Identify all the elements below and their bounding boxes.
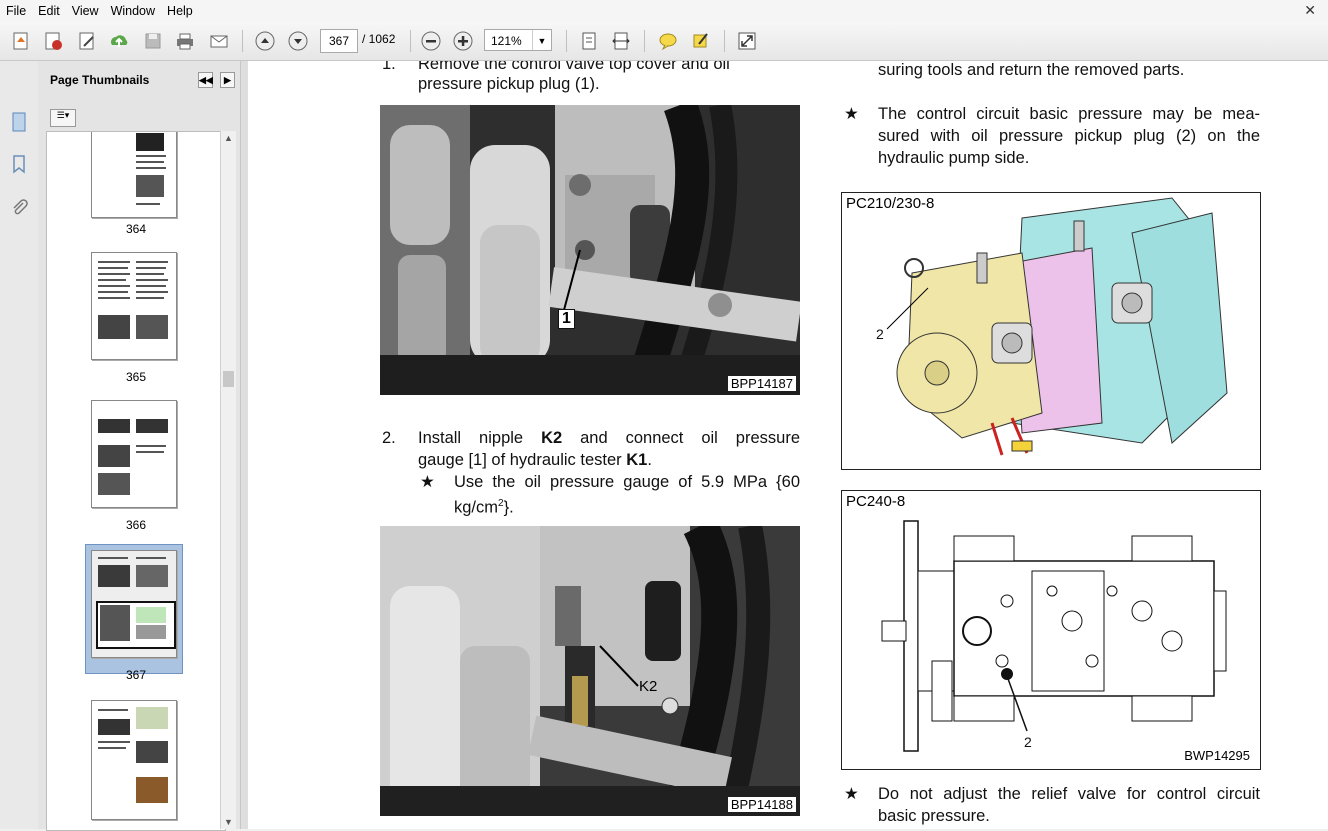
toolbar-separator	[566, 30, 567, 52]
export-icon[interactable]	[40, 28, 66, 54]
thumbnail-page-367[interactable]	[91, 550, 177, 658]
thumbnail-label: 367	[125, 668, 147, 682]
close-icon[interactable]: ✕	[1298, 2, 1322, 19]
menu-bar: File Edit View Window Help ✕	[0, 0, 1328, 23]
photo-callout: 1	[558, 309, 575, 329]
save-icon[interactable]	[140, 28, 166, 54]
fit-page-icon[interactable]	[576, 28, 602, 54]
photo-nipple-install: K2 BPP14188	[380, 526, 800, 816]
toolbar-separator	[410, 30, 411, 52]
step2-note-line2: kg/cm2}.	[454, 498, 514, 517]
thumbnail-label: 364	[125, 222, 147, 236]
thumbnails-header: Page Thumbnails ◀◀ ▶	[38, 61, 240, 99]
thumbnail-page-366[interactable]	[91, 400, 177, 508]
document-page: 1. Remove the control valve top cover an…	[248, 61, 1328, 829]
thumbnail-list[interactable]: 364 365 366 367	[46, 131, 226, 831]
note1-line2: sured with oil pressure pickup plug (2) …	[878, 127, 1260, 145]
page-up-icon[interactable]	[252, 28, 278, 54]
thumbnail-scrollbar[interactable]: ▲ ▼	[220, 131, 236, 829]
menu-window[interactable]: Window	[105, 4, 161, 18]
zoom-value: 121%	[491, 34, 522, 48]
star-icon: ★	[844, 105, 859, 123]
note2-line2: basic pressure.	[878, 807, 990, 825]
figure-pc240-pump: PC240-8 2 BWP14295	[841, 490, 1261, 770]
menu-file[interactable]: File	[0, 4, 32, 18]
step2-line1: Install nipple K2 and connect oil pressu…	[418, 429, 800, 447]
toolbar-separator	[242, 30, 243, 52]
figure-code: BWP14295	[1184, 748, 1250, 763]
highlight-icon[interactable]	[688, 28, 714, 54]
thumbnails-panel: Page Thumbnails ◀◀ ▶ ☰▾ 364 365 366 367 …	[38, 61, 241, 831]
zoom-in-icon[interactable]	[450, 28, 476, 54]
note1-line1: The control circuit basic pressure may b…	[878, 105, 1260, 123]
step2-line2: gauge [1] of hydraulic tester K1.	[418, 451, 652, 469]
page-down-icon[interactable]	[285, 28, 311, 54]
scrollbar-thumb[interactable]	[223, 371, 234, 387]
toolbar-separator	[644, 30, 645, 52]
menu-help[interactable]: Help	[161, 4, 199, 18]
star-icon: ★	[844, 785, 859, 803]
figure-callout: 2	[876, 326, 884, 342]
chevron-down-icon[interactable]: ▼	[224, 817, 233, 827]
figure-callout: 2	[1024, 734, 1032, 750]
menu-edit[interactable]: Edit	[32, 4, 66, 18]
zoom-out-icon[interactable]	[418, 28, 444, 54]
step2-note-line1: Use the oil pressure gauge of 5.9 MPa {6…	[454, 473, 800, 491]
panel-menu-icon[interactable]: ▶	[220, 72, 235, 88]
navigation-rail	[0, 61, 39, 829]
print-icon[interactable]	[172, 28, 198, 54]
zoom-select[interactable]: 121% ▼	[484, 29, 552, 51]
note2-line1: Do not adjust the relief valve for contr…	[878, 785, 1260, 803]
star-icon: ★	[420, 473, 435, 491]
comment-icon[interactable]	[655, 28, 681, 54]
thumbnail-label: 366	[125, 518, 147, 532]
fullscreen-icon[interactable]	[734, 28, 760, 54]
step2-number: 2.	[382, 429, 396, 447]
create-pdf-icon[interactable]	[8, 28, 34, 54]
panel-title: Page Thumbnails	[50, 73, 150, 87]
toolbar-separator	[724, 30, 725, 52]
email-icon[interactable]	[206, 28, 232, 54]
thumbnail-label: 365	[125, 370, 147, 384]
page-thumbnails-icon[interactable]	[8, 111, 30, 133]
step1-line2: pressure pickup plug (1).	[418, 75, 600, 93]
edit-icon[interactable]	[74, 28, 100, 54]
photo-code: BPP14187	[727, 376, 796, 391]
thumbnail-options-button[interactable]: ☰▾	[50, 109, 76, 127]
thumbnail-page-365[interactable]	[91, 252, 177, 360]
page-total: / 1062	[362, 32, 396, 46]
collapse-panel-icon[interactable]: ◀◀	[198, 72, 213, 88]
thumbnail-page-364[interactable]	[91, 132, 177, 218]
fit-width-icon[interactable]	[608, 28, 634, 54]
figure-pc210-pump: PC210/230-8 2	[841, 192, 1261, 470]
photo-code: BPP14188	[727, 797, 796, 812]
document-viewport[interactable]: 1. Remove the control valve top cover an…	[248, 61, 1328, 829]
page-number-input[interactable]: 367	[320, 29, 358, 53]
upload-icon[interactable]	[106, 28, 132, 54]
attachments-icon[interactable]	[8, 197, 30, 219]
continued-text: suring tools and return the removed part…	[878, 61, 1185, 79]
photo-callout: K2	[639, 678, 658, 695]
thumbnail-page-368[interactable]	[91, 700, 177, 820]
toolbar: 367 / 1062 121% ▼	[0, 22, 1328, 61]
menu-view[interactable]: View	[66, 4, 105, 18]
note1-line3: hydraulic pump side.	[878, 149, 1030, 167]
chevron-up-icon[interactable]: ▲	[224, 133, 233, 143]
chevron-down-icon[interactable]: ▼	[532, 30, 551, 50]
step1-number: 1.	[382, 61, 396, 73]
photo-control-valve: 1 BPP14187	[380, 105, 800, 395]
bookmarks-icon[interactable]	[8, 153, 30, 175]
